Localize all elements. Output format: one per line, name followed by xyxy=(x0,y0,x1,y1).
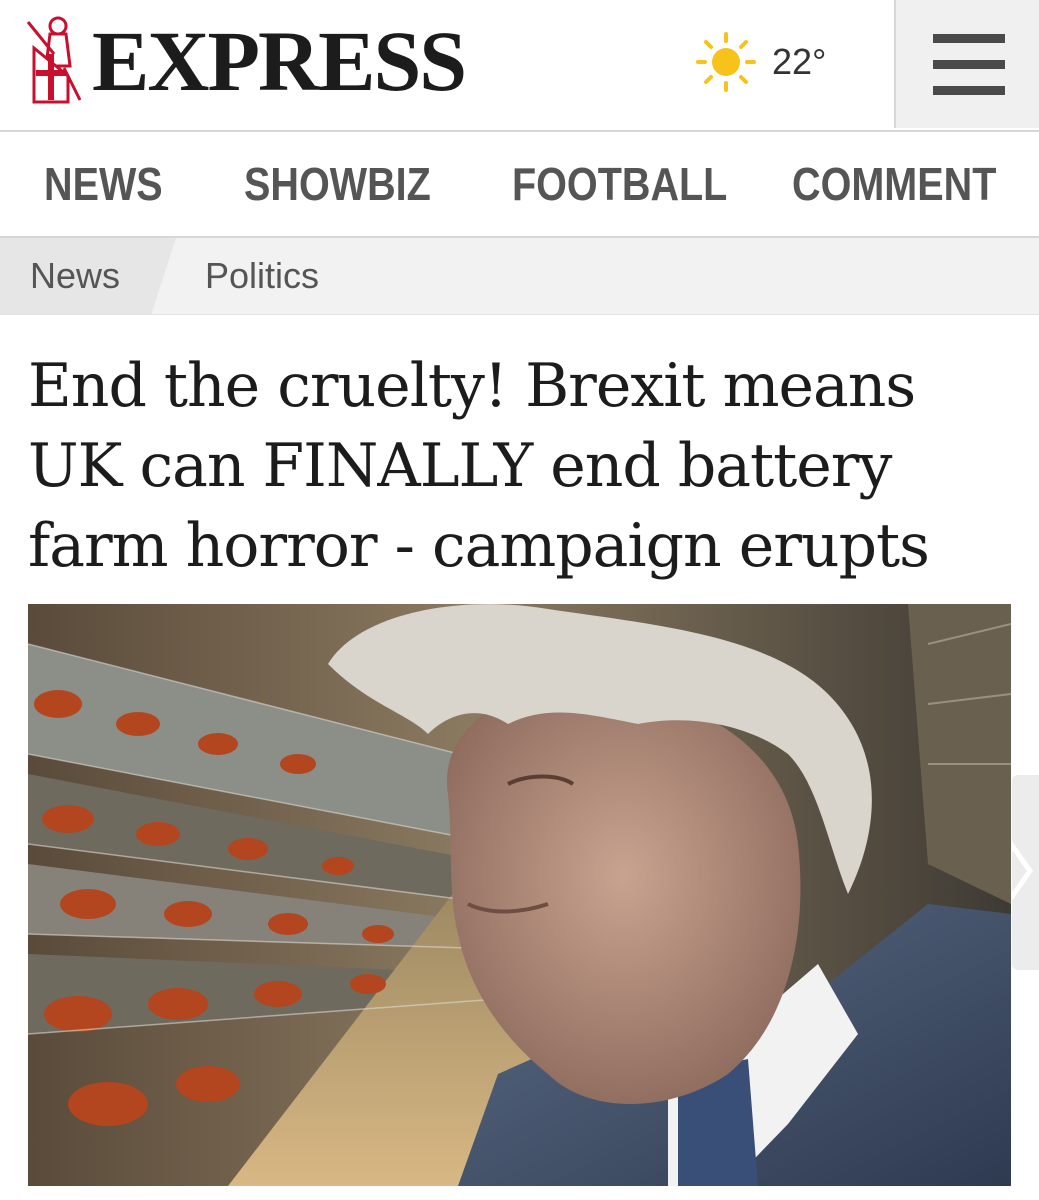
nav-item-news[interactable]: NEWS xyxy=(44,158,163,210)
section-nav: NEWS SHOWBIZ FOOTBALL COMMENT xyxy=(0,132,1039,238)
nav-item-showbiz[interactable]: SHOWBIZ xyxy=(244,158,431,210)
weather-temperature: 22° xyxy=(772,41,827,82)
weather-widget[interactable]: 22° xyxy=(694,30,826,94)
site-header: EXPRESS 22° xyxy=(0,0,1039,132)
chevron-right-icon xyxy=(1003,835,1034,907)
gallery-next-button[interactable] xyxy=(1003,775,1039,970)
breadcrumb: News Politics xyxy=(0,238,1039,315)
breadcrumb-item-politics[interactable]: Politics xyxy=(205,256,319,296)
nav-item-football[interactable]: FOOTBALL xyxy=(512,158,727,210)
menu-button[interactable] xyxy=(894,0,1039,128)
site-logo[interactable]: EXPRESS xyxy=(92,16,467,106)
breadcrumb-item-news[interactable]: News xyxy=(30,256,120,296)
article-hero-image[interactable] xyxy=(28,604,1011,1186)
article-headline: End the cruelty! Brexit means UK can FIN… xyxy=(28,351,930,581)
nav-item-comment[interactable]: COMMENT xyxy=(792,158,996,210)
crusader-crest-icon[interactable] xyxy=(24,14,86,104)
sun-icon xyxy=(696,32,756,92)
